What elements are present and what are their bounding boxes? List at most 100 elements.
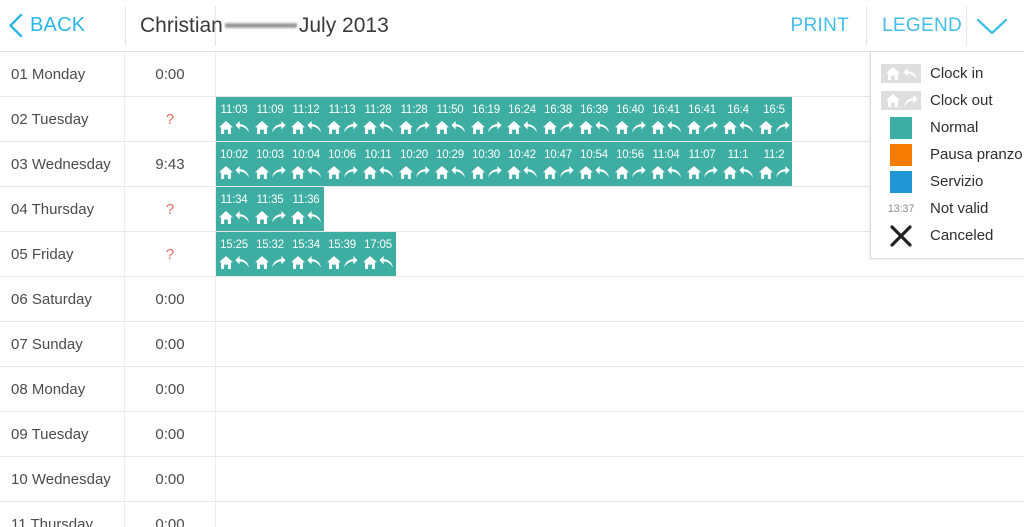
time-entry[interactable]: 10:03: [252, 142, 288, 186]
legend-item-label: Not valid: [930, 200, 989, 217]
time-entry[interactable]: 10:29: [432, 142, 468, 186]
row-day-label: 11 Thursday: [0, 502, 125, 527]
table-row[interactable]: 07 Sunday 0:00: [0, 322, 1024, 367]
clock-in-icon: [578, 163, 610, 181]
time-entry[interactable]: 10:04: [288, 142, 324, 186]
time-entry[interactable]: 11:07: [684, 142, 720, 186]
redacted-name: [224, 18, 297, 33]
time-entry-label: 10:06: [328, 149, 356, 161]
time-entry[interactable]: 11:2: [756, 142, 792, 186]
table-row[interactable]: 06 Saturday 0:00: [0, 277, 1024, 322]
time-entry[interactable]: 16:38: [540, 97, 576, 141]
time-entry[interactable]: 16:41: [684, 97, 720, 141]
row-day-label: 07 Sunday: [0, 322, 125, 366]
time-entry[interactable]: 16:19: [468, 97, 504, 141]
time-entry[interactable]: 10:42: [504, 142, 540, 186]
time-entry-label: 10:56: [616, 149, 644, 161]
legend-button[interactable]: LEGEND: [882, 0, 962, 51]
time-entry[interactable]: 15:25: [216, 232, 252, 276]
page-title-employee: Christian: [140, 13, 223, 37]
time-entry-label: 10:02: [220, 149, 248, 161]
row-entries: [216, 457, 1024, 501]
time-entry[interactable]: 11:12: [288, 97, 324, 141]
time-entry[interactable]: 11:04: [648, 142, 684, 186]
time-entry[interactable]: 16:41: [648, 97, 684, 141]
legend-item-label: Clock in: [930, 65, 984, 82]
time-entry[interactable]: 15:34: [288, 232, 324, 276]
time-entry[interactable]: 11:35: [252, 187, 288, 231]
page-title-period: July 2013: [298, 13, 389, 37]
time-entry-label: 17:05: [364, 239, 392, 251]
servizio-swatch: [880, 170, 922, 193]
time-entry[interactable]: 16:4: [720, 97, 756, 141]
row-day-label: 08 Monday: [0, 367, 125, 411]
servizio-swatch-color: [890, 170, 912, 193]
time-entry[interactable]: 10:06: [324, 142, 360, 186]
time-entry[interactable]: 10:54: [576, 142, 612, 186]
time-entry-label: 11:03: [220, 104, 248, 116]
time-entry[interactable]: 10:11: [360, 142, 396, 186]
time-entry-label: 10:11: [364, 149, 392, 161]
time-entry-label: 10:29: [436, 149, 464, 161]
time-entry[interactable]: 16:40: [612, 97, 648, 141]
legend-item: Normal: [871, 114, 1024, 141]
clock-out-icon: [326, 253, 358, 271]
time-entry-label: 15:32: [256, 239, 284, 251]
time-entry-label: 11:2: [763, 149, 785, 161]
normal-swatch-color: [890, 116, 912, 139]
time-entry[interactable]: 16:39: [576, 97, 612, 141]
app-header: BACK Christian July 2013 PRINT LEGEND: [0, 0, 1024, 52]
row-entries: [216, 277, 1024, 321]
not-valid-sample-time: 13:37: [887, 202, 915, 215]
time-entry[interactable]: 11:09: [252, 97, 288, 141]
time-entry[interactable]: 15:32: [252, 232, 288, 276]
table-row[interactable]: 09 Tuesday 0:00: [0, 412, 1024, 457]
row-day-label: 10 Wednesday: [0, 457, 125, 501]
clock-out-icon: [686, 163, 718, 181]
time-entry[interactable]: 10:02: [216, 142, 252, 186]
pausa-swatch: [880, 143, 922, 166]
time-entry[interactable]: 11:13: [324, 97, 360, 141]
table-row[interactable]: 10 Wednesday 0:00: [0, 457, 1024, 502]
row-total: 0:00: [125, 367, 216, 411]
time-entry[interactable]: 16:5: [756, 97, 792, 141]
time-entry-label: 11:35: [256, 194, 284, 206]
normal-swatch: [880, 116, 922, 139]
time-entry[interactable]: 10:47: [540, 142, 576, 186]
legend-item: Clock in: [871, 60, 1024, 87]
time-entry[interactable]: 10:56: [612, 142, 648, 186]
time-entry[interactable]: 10:20: [396, 142, 432, 186]
time-entry-label: 16:41: [652, 104, 680, 116]
time-entry-label: 16:24: [508, 104, 536, 116]
time-entry[interactable]: 11:28: [360, 97, 396, 141]
row-total-unknown: ?: [125, 187, 216, 231]
legend-item-label: Clock out: [930, 92, 993, 109]
clock-in-icon: [218, 163, 250, 181]
time-entry[interactable]: 10:30: [468, 142, 504, 186]
time-entry[interactable]: 11:50: [432, 97, 468, 141]
time-entry[interactable]: 15:39: [324, 232, 360, 276]
clock-out-icon-box: [881, 91, 921, 110]
table-row[interactable]: 11 Thursday 0:00: [0, 502, 1024, 527]
clock-out-icon: [880, 91, 922, 110]
clock-in-icon: [362, 163, 394, 181]
back-button[interactable]: BACK: [8, 0, 93, 51]
time-entry[interactable]: 11:1: [720, 142, 756, 186]
table-row[interactable]: 08 Monday 0:00: [0, 367, 1024, 412]
time-entry-label: 16:40: [616, 104, 644, 116]
time-entry-label: 15:34: [292, 239, 320, 251]
legend-item: Servizio: [871, 168, 1024, 195]
time-entry[interactable]: 11:36: [288, 187, 324, 231]
print-button[interactable]: PRINT: [791, 0, 850, 51]
time-entry[interactable]: 16:24: [504, 97, 540, 141]
time-entry[interactable]: 11:34: [216, 187, 252, 231]
legend-item: Pausa pranzo: [871, 141, 1024, 168]
clock-out-icon: [254, 208, 286, 226]
time-entry[interactable]: 17:05: [360, 232, 396, 276]
row-day-label: 02 Tuesday: [0, 97, 125, 141]
header-divider-3: [866, 6, 867, 46]
chevron-down-icon[interactable]: [970, 0, 1014, 51]
clock-out-icon: [614, 118, 646, 136]
time-entry[interactable]: 11:28: [396, 97, 432, 141]
time-entry[interactable]: 11:03: [216, 97, 252, 141]
